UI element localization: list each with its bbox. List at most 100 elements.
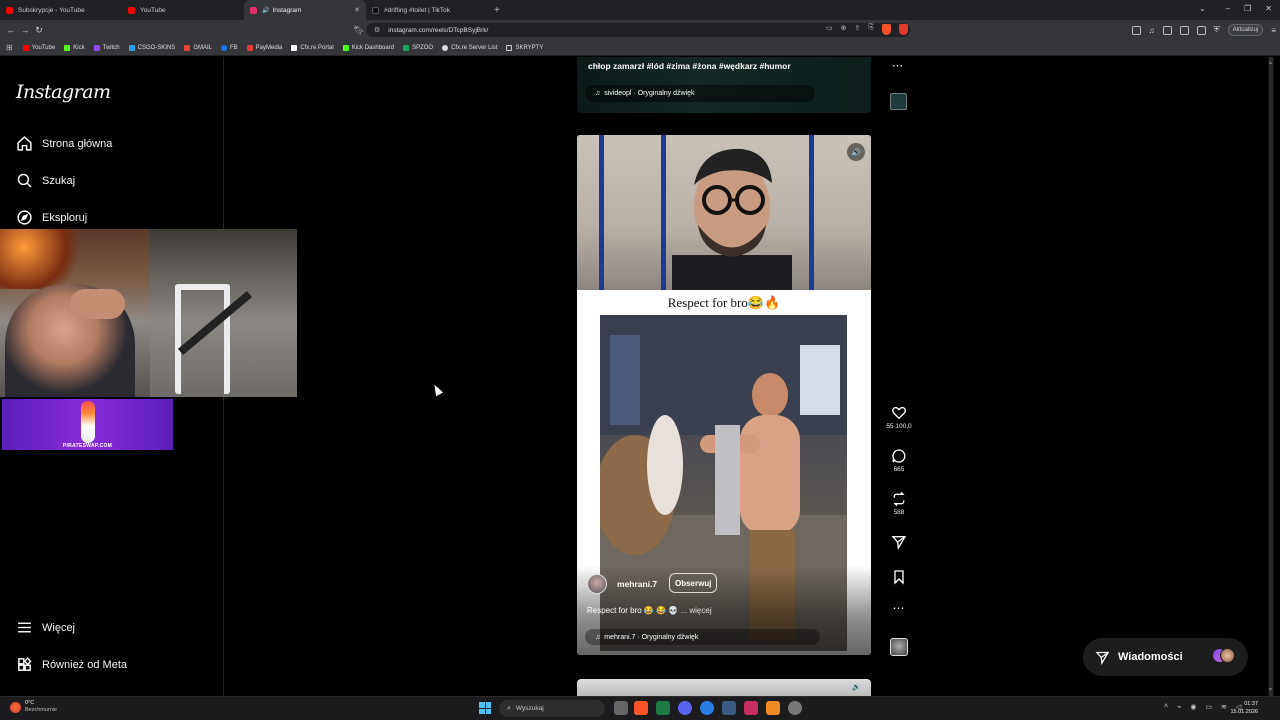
bookmark-paymedia[interactable]: PayMedia (246, 44, 283, 51)
save-action[interactable] (884, 569, 914, 585)
bookmark-kick-dashboard[interactable]: Kick Dashboard (342, 44, 394, 51)
share-action[interactable] (884, 534, 914, 550)
bookmark-csgo-skins[interactable]: CSGO-SKINS (128, 44, 175, 51)
menu-icon[interactable]: ≡ (1271, 26, 1276, 35)
audio-label: mehrani.7 · Oryginalny dźwięk (604, 633, 699, 641)
author-username[interactable]: mehrani.7 (617, 579, 657, 589)
new-tab-button[interactable]: + (494, 5, 500, 16)
share-icon[interactable]: ⇪ (855, 24, 861, 35)
reel-audio-link[interactable]: ♫ mehrani.7 · Oryginalny dźwięk (585, 629, 820, 645)
previous-reel[interactable]: chłop zamarzł #lód #zima #żona #wędkarz … (577, 57, 871, 113)
youtube-favicon (128, 6, 135, 14)
apps-grid-icon[interactable]: ⊞ (6, 43, 13, 52)
bookmark-twitch[interactable]: Twitch (93, 44, 120, 51)
bookmark-youtube[interactable]: YouTube (22, 44, 55, 51)
back-icon[interactable]: ← (4, 25, 18, 35)
wifi-icon[interactable]: ≋ (1221, 703, 1227, 711)
more-options-icon[interactable]: ⋯ (884, 601, 914, 615)
start-button[interactable] (479, 702, 491, 714)
reading-list-icon[interactable] (1162, 25, 1172, 35)
close-tab-icon[interactable]: ✕ (354, 6, 360, 14)
bookmark-fb[interactable]: FB (221, 44, 238, 51)
repost-action[interactable]: 588 (884, 491, 914, 516)
sidebar-item-explore[interactable]: Eksploruj (16, 209, 87, 226)
task-view-icon[interactable] (614, 701, 628, 715)
reload-icon[interactable]: ↻ (32, 25, 46, 36)
close-window-button[interactable]: ✕ (1265, 4, 1272, 13)
sidebar-item-home[interactable]: Strona główna (16, 135, 112, 152)
mute-toggle-icon[interactable]: 🔊 (852, 683, 861, 691)
settings-app-icon[interactable] (788, 701, 802, 715)
brave-rewards-icon[interactable] (898, 24, 908, 35)
sidebar-item-search[interactable]: Szukaj (16, 172, 75, 189)
reel-card[interactable]: 🔊 Respect for bro😂🔥 mehrani.7 Obserwuj R… (577, 135, 871, 655)
file-explorer-icon[interactable] (722, 701, 736, 715)
cfx-icon (291, 44, 298, 51)
forward-icon[interactable]: → (18, 25, 32, 35)
display-icon[interactable]: ▭ (1205, 703, 1212, 711)
sidebar-icon[interactable] (1131, 25, 1141, 35)
bookmark-label: PayMedia (255, 44, 283, 51)
bookmark-icon[interactable]: 🔖︎ (352, 25, 366, 36)
music-icon[interactable]: ♫ (1149, 26, 1155, 35)
speaker-icon[interactable]: 🔊 (262, 7, 269, 14)
scroll-up-icon[interactable]: ▲ (1268, 60, 1273, 66)
messages-button[interactable]: Wiadomości (1083, 638, 1248, 676)
tab-instagram[interactable]: 🔊 Instagram ✕ (244, 0, 366, 20)
tab-tiktok[interactable]: #drifting #toilet | TikTok (366, 0, 488, 20)
chevron-down-icon[interactable]: ⌄ (1199, 4, 1206, 13)
reel-audio-link[interactable]: ♫ sivideopl · Oryginalny dźwięk (585, 85, 815, 102)
bookmark-cfx-server-list[interactable]: Cfx.re Server List (442, 44, 497, 51)
anydesk-app-icon[interactable] (766, 701, 780, 715)
author-avatar[interactable] (587, 574, 607, 594)
split-view-icon[interactable] (1179, 25, 1189, 35)
instagram-logo[interactable]: Instagram (16, 81, 111, 103)
audio-thumbnail[interactable] (890, 93, 907, 110)
more-options-icon[interactable]: ⋯ (892, 59, 903, 72)
excel-app-icon[interactable] (656, 701, 670, 715)
site-settings-icon[interactable]: ⚙ (374, 26, 380, 34)
vpn-icon[interactable]: ⛨ (1214, 25, 1220, 35)
bookmark-label: GMAIL (193, 44, 212, 51)
mic-icon[interactable]: ◉ (1190, 703, 1196, 711)
sidebar-item-more[interactable]: Więcej (16, 619, 75, 636)
tab-youtube[interactable]: YouTube (122, 0, 244, 20)
next-reel[interactable]: 🔊 (577, 679, 871, 696)
brave-app-icon[interactable] (634, 701, 648, 715)
obs-app-icon[interactable] (744, 701, 758, 715)
bookmark-cfx-portal[interactable]: Cfx.re Portal (291, 44, 334, 51)
zoom-icon[interactable]: ⊕ (841, 24, 847, 35)
mute-toggle-icon[interactable]: 🔊 (847, 143, 865, 161)
brave-shield-icon[interactable] (881, 24, 891, 35)
translate-icon[interactable]: ⎘ (868, 24, 874, 35)
bookmark-gmail[interactable]: GMAIL (184, 44, 212, 51)
weather-widget[interactable]: 0°C Bezchmurnie (10, 700, 57, 714)
clock[interactable]: 01:37 15.01.2026 (1230, 700, 1258, 716)
taskbar-search[interactable]: ⌕ Wyszukaj (499, 700, 605, 717)
maximize-button[interactable]: ❐ (1244, 4, 1251, 13)
bookmark-spzoo[interactable]: SPZOO (403, 44, 433, 51)
chevron-up-icon[interactable]: ˄ (1164, 703, 1168, 711)
follow-button[interactable]: Obserwuj (669, 573, 718, 593)
tab-label: Subskrypcje - YouTube (18, 6, 85, 14)
discord-app-icon[interactable] (678, 701, 692, 715)
update-button[interactable]: Aktualizuj (1227, 24, 1264, 36)
network-icon[interactable]: ⌁ (1177, 703, 1181, 711)
bookmark-kick[interactable]: Kick (64, 44, 85, 51)
scroll-down-icon[interactable]: ▼ (1268, 687, 1273, 693)
cast-icon[interactable]: ▭ (826, 24, 833, 35)
scrollbar-thumb[interactable] (1269, 57, 1273, 696)
chrome-app-icon[interactable] (700, 701, 714, 715)
minimize-button[interactable]: – (1226, 4, 1230, 13)
tab-youtube-subscriptions[interactable]: Subskrypcje - YouTube (0, 0, 122, 20)
wallet-icon[interactable] (1196, 25, 1206, 35)
more-link[interactable]: ... więcej (680, 606, 711, 615)
music-note-icon: ♫ (595, 633, 601, 641)
description-text: Respect for bro 😂 😂 💀 (587, 606, 679, 615)
comment-action[interactable]: 665 (884, 448, 914, 473)
bookmark-skrypty[interactable]: SKRYPTY (506, 44, 543, 51)
audio-thumbnail[interactable] (890, 638, 908, 656)
scrollbar[interactable]: ▲ ▼ (1268, 57, 1274, 696)
sidebar-item-meta[interactable]: Również od Meta (16, 656, 127, 673)
like-action[interactable]: 55 100,0 (884, 405, 914, 430)
